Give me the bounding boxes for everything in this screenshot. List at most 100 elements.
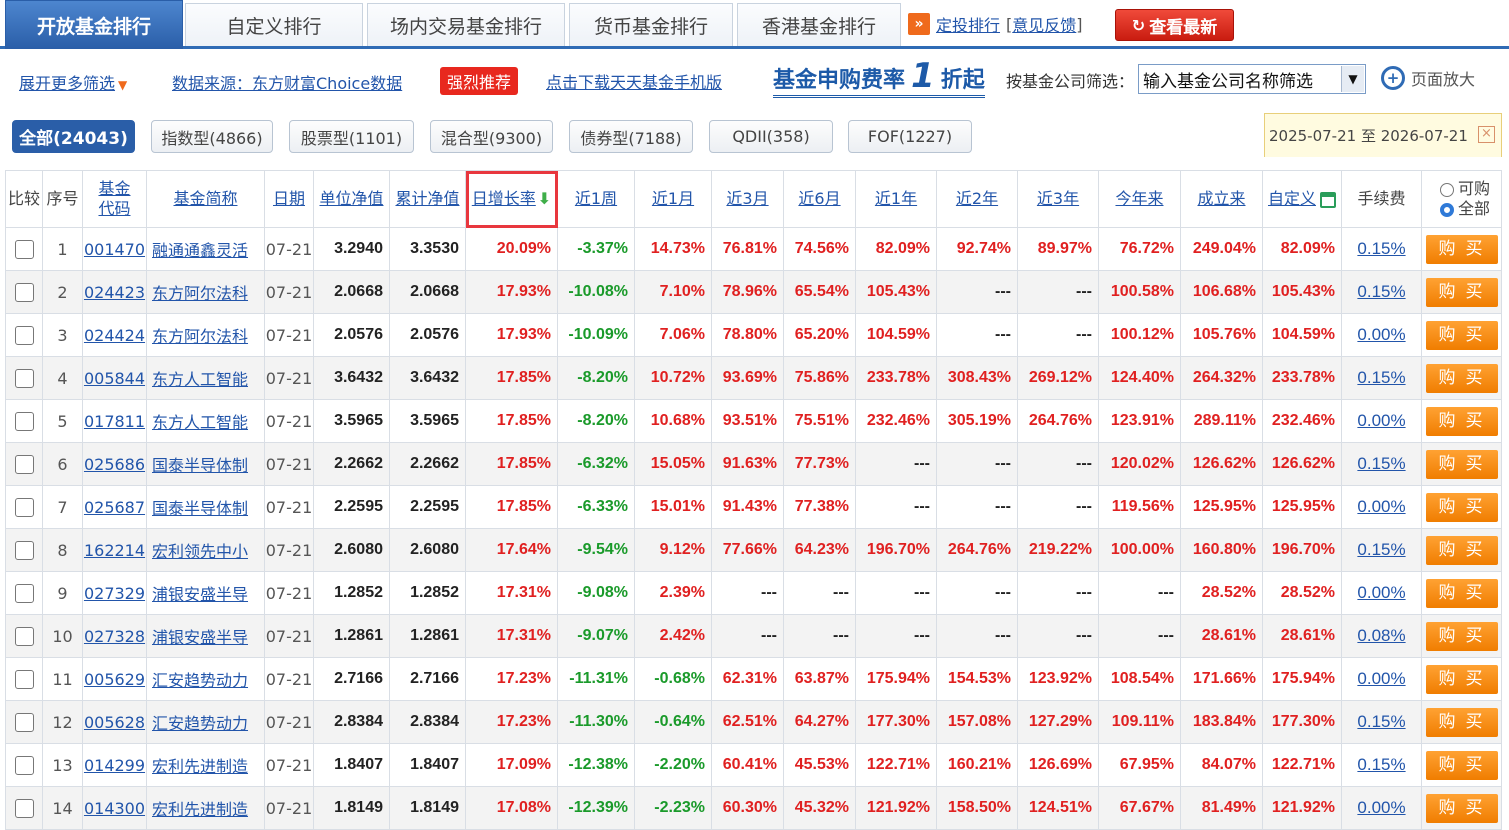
radio-buyable[interactable]: 可购 xyxy=(1440,179,1501,199)
page-zoom-button[interactable]: + 页面放大 xyxy=(1381,66,1475,90)
sort-custom-link[interactable]: 自定义 xyxy=(1268,189,1316,208)
sort-1y-link[interactable]: 近1年 xyxy=(875,189,917,208)
hot-recommend-badge[interactable]: 强烈推荐 xyxy=(440,67,519,95)
fund-code-link[interactable]: 025686 xyxy=(84,455,145,474)
compare-checkbox[interactable] xyxy=(14,412,34,431)
compare-checkbox[interactable] xyxy=(14,799,34,818)
compare-checkbox[interactable] xyxy=(14,455,34,474)
buy-button[interactable]: 购买 xyxy=(1425,621,1498,651)
compare-checkbox[interactable] xyxy=(14,541,34,560)
fund-name-link[interactable]: 汇安趋势动力 xyxy=(152,714,248,733)
sort-3y-link[interactable]: 近3年 xyxy=(1037,189,1079,208)
fee-link[interactable]: 0.15% xyxy=(1357,368,1405,387)
fund-name-link[interactable]: 国泰半导体制 xyxy=(152,456,248,475)
fund-name-link[interactable]: 国泰半导体制 xyxy=(152,499,248,518)
fund-code-link[interactable]: 027329 xyxy=(84,584,145,603)
fee-link[interactable]: 0.00% xyxy=(1357,411,1405,430)
fund-code-link[interactable]: 001470 xyxy=(84,240,145,259)
type-all-button[interactable]: 全部(24043) xyxy=(12,120,135,153)
col-name[interactable]: 基金简称 xyxy=(146,170,265,228)
tab-open-fund-ranking[interactable]: 开放基金排行 xyxy=(5,0,183,49)
type-index-button[interactable]: 指数型(4866) xyxy=(151,120,273,153)
col-acc-nav[interactable]: 累计净值 xyxy=(389,170,466,228)
compare-checkbox[interactable] xyxy=(14,326,34,345)
col-since-inception[interactable]: 成立来 xyxy=(1180,170,1263,228)
sort-1m-link[interactable]: 近1月 xyxy=(652,189,694,208)
col-daily-growth[interactable]: 日增长率 ⬇ xyxy=(465,170,558,228)
col-date[interactable]: 日期 xyxy=(264,170,314,228)
fee-link[interactable]: 0.00% xyxy=(1357,325,1405,344)
buy-button[interactable]: 购买 xyxy=(1425,492,1498,522)
col-3y[interactable]: 近3年 xyxy=(1017,170,1099,228)
sort-date-link[interactable]: 日期 xyxy=(273,189,305,208)
col-1m[interactable]: 近1月 xyxy=(634,170,712,228)
fund-code-link[interactable]: 027328 xyxy=(84,627,145,646)
sort-6m-link[interactable]: 近6月 xyxy=(798,189,840,208)
col-custom[interactable]: 自定义 xyxy=(1262,170,1342,228)
fund-code-link[interactable]: 005629 xyxy=(84,670,145,689)
buy-button[interactable]: 购买 xyxy=(1425,406,1498,436)
fund-code-link[interactable]: 005628 xyxy=(84,713,145,732)
sort-ytd-link[interactable]: 今年来 xyxy=(1115,189,1163,208)
buy-button[interactable]: 购买 xyxy=(1425,363,1498,393)
dingtou-ranking-link[interactable]: 定投排行 xyxy=(936,12,1000,36)
fund-name-link[interactable]: 浦银安盛半导 xyxy=(152,628,248,647)
sort-since-link[interactable]: 成立来 xyxy=(1197,189,1245,208)
sort-3m-link[interactable]: 近3月 xyxy=(726,189,768,208)
sort-acc-nav-link[interactable]: 累计净值 xyxy=(395,189,459,208)
type-stock-button[interactable]: 股票型(1101) xyxy=(289,120,414,153)
tab-hk-fund-ranking[interactable]: 香港基金排行 xyxy=(737,3,901,46)
sort-1w-link[interactable]: 近1周 xyxy=(575,189,617,208)
radio-all[interactable]: 全部 xyxy=(1440,199,1501,219)
type-fof-button[interactable]: FOF(1227) xyxy=(848,120,972,153)
fee-link[interactable]: 0.15% xyxy=(1357,755,1405,774)
buy-button[interactable]: 购买 xyxy=(1425,664,1498,694)
sort-code-link[interactable]: 基金代码 xyxy=(95,179,135,219)
feedback-link[interactable]: 意见反馈 xyxy=(1012,12,1076,36)
type-qdii-button[interactable]: QDII(358) xyxy=(709,120,833,153)
buy-button[interactable]: 购买 xyxy=(1425,449,1498,479)
data-source-link[interactable]: 数据来源：东方财富Choice数据 xyxy=(172,70,402,94)
tab-exchange-fund-ranking[interactable]: 场内交易基金排行 xyxy=(367,3,565,46)
type-bond-button[interactable]: 债券型(7188) xyxy=(569,120,693,153)
fee-link[interactable]: 0.15% xyxy=(1357,540,1405,559)
chevron-down-icon[interactable]: ▼ xyxy=(1341,66,1364,92)
fund-name-link[interactable]: 宏利先进制造 xyxy=(152,800,248,819)
fund-code-link[interactable]: 014300 xyxy=(84,799,145,818)
buy-button[interactable]: 购买 xyxy=(1425,793,1498,823)
buy-button[interactable]: 购买 xyxy=(1425,234,1498,264)
col-1w[interactable]: 近1周 xyxy=(557,170,635,228)
fund-code-link[interactable]: 024424 xyxy=(84,326,145,345)
fee-discount-banner[interactable]: 基金申购费率 1 折起 xyxy=(773,59,985,98)
col-2y[interactable]: 近2年 xyxy=(936,170,1018,228)
fund-code-link[interactable]: 017811 xyxy=(84,412,145,431)
compare-checkbox[interactable] xyxy=(14,670,34,689)
col-nav[interactable]: 单位净值 xyxy=(313,170,390,228)
fund-name-link[interactable]: 东方人工智能 xyxy=(152,370,248,389)
col-ytd[interactable]: 今年来 xyxy=(1098,170,1181,228)
fund-name-link[interactable]: 融通通鑫灵活 xyxy=(152,241,248,260)
compare-checkbox[interactable] xyxy=(14,498,34,517)
tab-custom-ranking[interactable]: 自定义排行 xyxy=(185,3,363,46)
sort-name-link[interactable]: 基金简称 xyxy=(173,189,237,208)
fee-link[interactable]: 0.15% xyxy=(1357,712,1405,731)
fund-code-link[interactable]: 162214 xyxy=(84,541,145,560)
fee-link[interactable]: 0.00% xyxy=(1357,583,1405,602)
fund-name-link[interactable]: 东方人工智能 xyxy=(152,413,248,432)
col-6m[interactable]: 近6月 xyxy=(783,170,856,228)
fee-link[interactable]: 0.15% xyxy=(1357,239,1405,258)
fee-link[interactable]: 0.08% xyxy=(1357,626,1405,645)
compare-checkbox[interactable] xyxy=(14,369,34,388)
compare-checkbox[interactable] xyxy=(14,756,34,775)
fund-code-link[interactable]: 024423 xyxy=(84,283,145,302)
refresh-latest-button[interactable]: ↻ 查看最新 xyxy=(1115,9,1234,41)
col-3m[interactable]: 近3月 xyxy=(711,170,784,228)
buy-button[interactable]: 购买 xyxy=(1425,750,1498,780)
fund-name-link[interactable]: 东方阿尔法科 xyxy=(152,284,248,303)
fund-code-link[interactable]: 005844 xyxy=(84,369,145,388)
fund-code-link[interactable]: 014299 xyxy=(84,756,145,775)
sort-2y-link[interactable]: 近2年 xyxy=(956,189,998,208)
custom-date-range[interactable]: 2025-07-21 至 2026-07-21 × xyxy=(1264,113,1502,157)
sort-daily-growth-link[interactable]: 日增长率 xyxy=(472,189,536,208)
buy-button[interactable]: 购买 xyxy=(1425,707,1498,737)
